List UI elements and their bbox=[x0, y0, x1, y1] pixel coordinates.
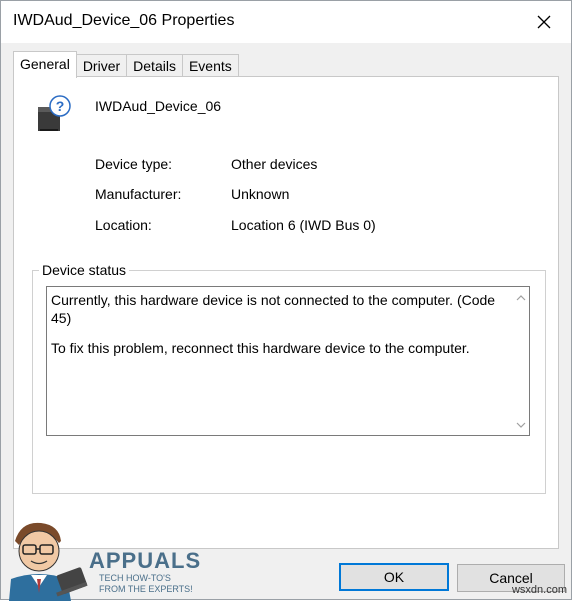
tab-strip: General Driver Details Events bbox=[13, 51, 239, 78]
chevron-down-icon bbox=[516, 422, 525, 428]
device-status-textbox[interactable]: Currently, this hardware device is not c… bbox=[46, 286, 530, 436]
title-bar[interactable]: IWDAud_Device_06 Properties bbox=[1, 1, 571, 43]
appuals-watermark: APPUALS TECH HOW-TO'S FROM THE EXPERTS! bbox=[1, 513, 201, 601]
tab-driver[interactable]: Driver bbox=[75, 54, 128, 77]
unknown-device-icon: ? bbox=[38, 95, 71, 131]
device-status-text: Currently, this hardware device is not c… bbox=[51, 291, 507, 369]
scroll-down-button[interactable] bbox=[512, 416, 529, 433]
site-watermark: wsxdn.com bbox=[511, 584, 567, 596]
device-name: IWDAud_Device_06 bbox=[95, 98, 222, 114]
close-button[interactable] bbox=[527, 7, 561, 37]
device-status-group: Device status Currently, this hardware d… bbox=[32, 262, 546, 494]
mascot-logo bbox=[9, 522, 88, 601]
tab-general[interactable]: General bbox=[13, 51, 77, 78]
window-title: IWDAud_Device_06 Properties bbox=[13, 12, 235, 29]
status-message: Currently, this hardware device is not c… bbox=[51, 292, 496, 326]
status-fix-instruction: To fix this problem, reconnect this hard… bbox=[51, 340, 470, 356]
manufacturer-label: Manufacturer: bbox=[95, 186, 182, 202]
watermark-tagline: TECH HOW-TO'S FROM THE EXPERTS! bbox=[99, 573, 193, 594]
manufacturer-value: Unknown bbox=[231, 186, 290, 202]
svg-text:?: ? bbox=[56, 98, 65, 114]
properties-dialog: IWDAud_Device_06 Properties General Driv… bbox=[0, 0, 572, 601]
device-type-value: Other devices bbox=[231, 156, 318, 172]
general-tab-panel: ? IWDAud_Device_06 Device type: Other de… bbox=[13, 76, 559, 549]
device-status-legend: Device status bbox=[39, 262, 130, 278]
watermark-brand: APPUALS bbox=[89, 548, 202, 573]
tab-events[interactable]: Events bbox=[181, 54, 239, 77]
tab-details[interactable]: Details bbox=[126, 54, 183, 77]
ok-button[interactable]: OK bbox=[339, 563, 449, 591]
scroll-up-button[interactable] bbox=[512, 289, 529, 306]
chevron-up-icon bbox=[516, 294, 525, 300]
device-type-label: Device type: bbox=[95, 156, 173, 172]
close-icon bbox=[537, 15, 551, 29]
location-value: Location 6 (IWD Bus 0) bbox=[231, 217, 376, 233]
status-scrollbar[interactable] bbox=[512, 287, 529, 435]
location-label: Location: bbox=[95, 217, 152, 233]
